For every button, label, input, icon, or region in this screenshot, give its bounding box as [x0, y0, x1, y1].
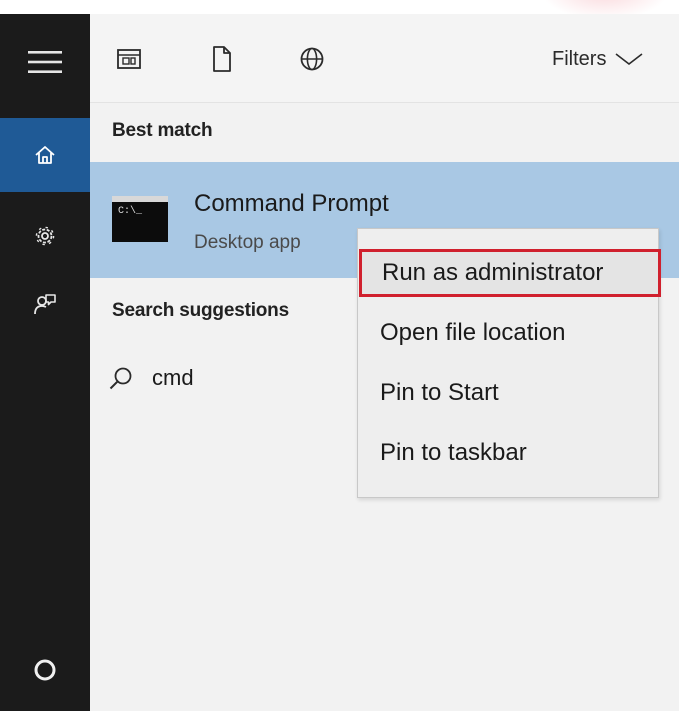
suggestion-text: cmd: [152, 365, 194, 390]
command-prompt-icon-text: C:\_: [118, 206, 143, 217]
web-filter-icon: [300, 47, 324, 71]
home-icon: [35, 146, 55, 164]
sidebar-item-feedback[interactable]: [0, 270, 90, 338]
search-icon: [109, 367, 132, 390]
result-subtitle: Desktop app: [194, 232, 301, 253]
menu-item-pin-to-taskbar[interactable]: Pin to taskbar: [360, 427, 656, 479]
best-match-heading: Best match: [112, 120, 213, 141]
cortana-button[interactable]: [0, 630, 90, 710]
command-prompt-icon: C:\_: [112, 196, 168, 242]
menu-item-open-file-location[interactable]: Open file location: [360, 307, 656, 359]
documents-filter-icon: [213, 46, 231, 72]
gear-icon: [35, 226, 55, 246]
apps-filter-button[interactable]: [114, 44, 144, 74]
search-suggestions-heading: Search suggestions: [112, 300, 289, 321]
context-menu: Run as administrator Open file location …: [357, 228, 661, 498]
hamburger-menu-button[interactable]: [0, 28, 90, 96]
start-sidebar: [0, 14, 90, 711]
web-filter-button[interactable]: [297, 44, 327, 74]
menu-item-pin-to-start[interactable]: Pin to Start: [360, 367, 656, 419]
menu-item-run-as-administrator[interactable]: Run as administrator: [359, 249, 661, 297]
hamburger-menu-icon: [28, 51, 62, 73]
sidebar-item-home[interactable]: [0, 118, 90, 192]
filters-dropdown[interactable]: Filters: [552, 44, 644, 74]
documents-filter-button[interactable]: [207, 44, 237, 74]
sidebar-item-settings[interactable]: [0, 202, 90, 270]
chevron-down-icon: [615, 53, 643, 66]
search-toolbar: Filters: [90, 14, 679, 103]
apps-filter-icon: [117, 49, 141, 69]
result-title: Command Prompt: [194, 190, 389, 217]
filters-label: Filters: [552, 47, 607, 70]
suggestion-item[interactable]: cmd: [108, 360, 194, 396]
cortana-circle-icon: [34, 659, 56, 681]
feedback-icon: [34, 294, 56, 315]
